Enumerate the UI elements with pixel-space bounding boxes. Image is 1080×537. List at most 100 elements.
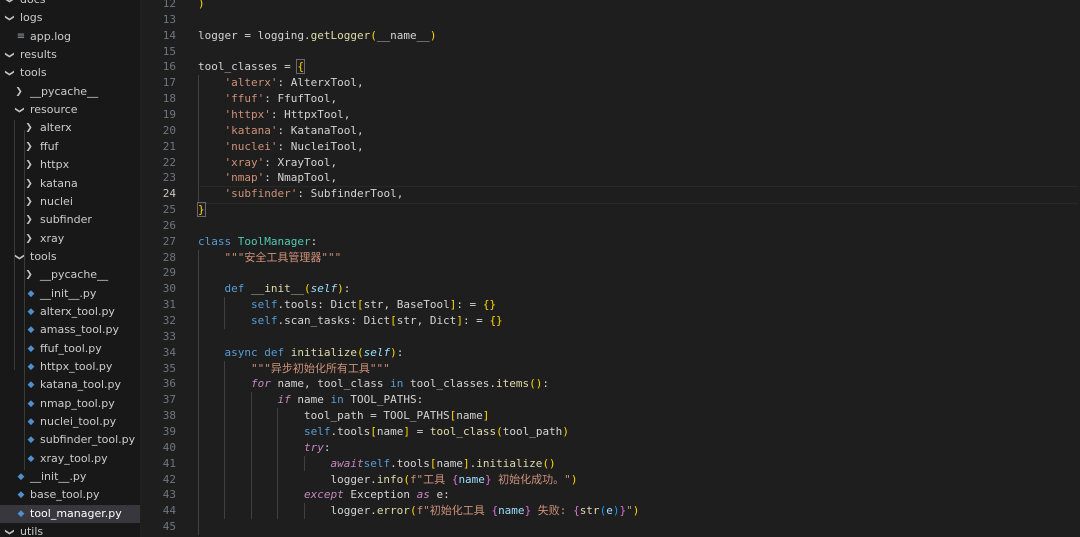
chevron-down-icon[interactable]: ❯ [0, 50, 18, 60]
code-editor[interactable]: 12) 13 14 logger = logging.getLogger(__name… [140, 0, 1080, 537]
tree-item-katana-tool-py[interactable]: katana_tool.py [0, 376, 140, 394]
code-line[interactable]: 43 except Exception as e: [140, 487, 1080, 503]
code-token: 'xray' [224, 155, 265, 169]
code-line[interactable]: 21 'nuclei': NucleiTool, [140, 139, 1080, 155]
code-token: class [198, 234, 238, 248]
tree-item-pycache[interactable]: ❯ __pycache__ [0, 83, 140, 101]
code-line[interactable]: 42 logger.info(f"工具 {name} 初始化成功。") [140, 472, 1080, 488]
tree-item-alterx[interactable]: ❯ alterx [0, 119, 140, 137]
tree-item-logs[interactable]: ❯ logs [0, 9, 140, 27]
tree-item-utils[interactable]: ❯ utils [0, 523, 140, 537]
python-file-icon [16, 490, 26, 500]
code-line[interactable]: 13 [140, 12, 1080, 28]
code-line[interactable]: 26 [140, 218, 1080, 234]
code-line[interactable]: 44 logger.error(f"初始化工具 {name} 失败: {str(… [140, 503, 1080, 519]
tree-item-results[interactable]: ❯ results [0, 46, 140, 64]
code-line[interactable]: 18 'ffuf': FfufTool, [140, 91, 1080, 107]
code-text: logger = logging.getLogger(__name__) [198, 28, 436, 44]
code-line[interactable]: 31 self.tools: Dict[str, BaseTool]: = {} [140, 297, 1080, 313]
tree-item-alterx-tool-py[interactable]: alterx_tool.py [0, 303, 140, 321]
tree-item-init-py[interactable]: __init__.py [0, 468, 140, 486]
code-line[interactable]: 14 logger = logging.getLogger(__name__) [140, 28, 1080, 44]
tree-item-label: httpx_tool.py [40, 360, 113, 373]
code-line[interactable]: 17 'alterx': AlterxTool, [140, 75, 1080, 91]
tree-item-xray-tool-py[interactable]: xray_tool.py [0, 450, 140, 468]
tree-item-tools[interactable]: ❯ tools [0, 64, 140, 82]
chevron-down-icon[interactable]: ❯ [10, 105, 28, 115]
code-line[interactable]: 33 [140, 329, 1080, 345]
line-number: 16 [162, 60, 176, 74]
code-token: { [296, 59, 305, 75]
tree-item-nuclei[interactable]: ❯ nuclei [0, 193, 140, 211]
chevron-right-icon[interactable]: ❯ [24, 230, 34, 248]
tree-item-subfinder[interactable]: ❯ subfinder [0, 211, 140, 229]
chevron-right-icon[interactable]: ❯ [24, 266, 34, 284]
chevron-right-icon[interactable]: ❯ [24, 211, 34, 229]
code-line[interactable]: 36 for name, tool_class in tool_classes.… [140, 376, 1080, 392]
code-line[interactable]: 25} [140, 202, 1080, 218]
code-line[interactable]: 15 [140, 44, 1080, 60]
chevron-right-icon[interactable]: ❯ [24, 138, 34, 156]
code-line[interactable]: 12) [140, 0, 1080, 12]
code-line[interactable]: 45 [140, 519, 1080, 535]
code-line[interactable]: 20 'katana': KatanaTool, [140, 123, 1080, 139]
code-line[interactable]: 38 tool_path = TOOL_PATHS[name] [140, 408, 1080, 424]
tree-item-docs[interactable]: ❯docs [0, 0, 140, 9]
line-number: 17 [162, 76, 176, 90]
line-number: 34 [162, 345, 176, 359]
chevron-right-icon[interactable]: ❯ [14, 83, 24, 101]
tree-item-nuclei-tool-py[interactable]: nuclei_tool.py [0, 413, 140, 431]
code-line[interactable]: 16 tool_classes = { [140, 59, 1080, 75]
code-line[interactable]: 28 """安全工具管理器""" [140, 250, 1080, 266]
chevron-down-icon[interactable]: ❯ [0, 0, 18, 5]
code-line[interactable]: 29 [140, 265, 1080, 281]
chevron-right-icon[interactable]: ❯ [24, 119, 34, 137]
tree-item-base-tool-py[interactable]: base_tool.py [0, 486, 140, 504]
tree-item-subfinder-tool-py[interactable]: subfinder_tool.py [0, 431, 140, 449]
code-line[interactable]: 22 'xray': XrayTool, [140, 155, 1080, 171]
chevron-down-icon[interactable]: ❯ [0, 13, 18, 23]
code-token: name [498, 504, 525, 518]
chevron-right-icon[interactable]: ❯ [24, 175, 34, 193]
tree-item-tool-manager-py[interactable]: tool_manager.py [0, 504, 140, 523]
code-token: ] [456, 314, 463, 327]
tree-item-app-log[interactable]: app.log [0, 28, 140, 46]
code-line[interactable]: 39 self.tools[name] = tool_class(tool_pa… [140, 424, 1080, 440]
tree-item-xray[interactable]: ❯ xray [0, 230, 140, 248]
code-line[interactable]: 41 awaitself.tools[name].initialize() [140, 456, 1080, 472]
tree-item-httpx-tool-py[interactable]: httpx_tool.py [0, 358, 140, 376]
tree-item-katana[interactable]: ❯ katana [0, 175, 140, 193]
tree-item-label: nuclei_tool.py [40, 415, 117, 429]
indent-guide [198, 75, 199, 203]
code-token: self [310, 282, 338, 296]
chevron-down-icon[interactable]: ❯ [10, 252, 28, 262]
code-line[interactable]: 40 try: [140, 440, 1080, 456]
tree-item-label: utils [20, 525, 44, 537]
code-line[interactable]: 37 if name in TOOL_PATHS: [140, 392, 1080, 408]
line-number: 36 [162, 377, 176, 391]
line-number: 25 [162, 203, 176, 217]
code-line[interactable]: 19 'httpx': HttpxTool, [140, 107, 1080, 123]
tree-item-init-py[interactable]: __init__.py [0, 285, 140, 303]
tree-item-resource[interactable]: ❯ resource [0, 101, 140, 119]
chevron-down-icon[interactable]: ❯ [0, 68, 18, 78]
tree-item-nmap-tool-py[interactable]: nmap_tool.py [0, 395, 140, 413]
code-line[interactable]: 24 'subfinder': SubfinderTool, [140, 186, 1080, 202]
chevron-down-icon[interactable]: ❯ [0, 527, 18, 537]
code-token: : = [462, 314, 490, 327]
code-line[interactable]: 27 class ToolManager: [140, 234, 1080, 250]
code-line[interactable]: 35 """异步初始化所有工具""" [140, 361, 1080, 377]
tree-item-ffuf-tool-py[interactable]: ffuf_tool.py [0, 340, 140, 358]
tree-item-pycache[interactable]: ❯ __pycache__ [0, 266, 140, 284]
python-file-icon [16, 509, 26, 519]
tree-item-amass-tool-py[interactable]: amass_tool.py [0, 321, 140, 339]
code-line[interactable]: 23 'nmap': NmapTool, [140, 170, 1080, 186]
code-line[interactable]: 30 def __init__(self): [140, 281, 1080, 297]
tree-item-tools[interactable]: ❯ tools [0, 248, 140, 266]
code-line[interactable]: 34 async def initialize(self): [140, 345, 1080, 361]
tree-item-httpx[interactable]: ❯ httpx [0, 156, 140, 174]
chevron-right-icon[interactable]: ❯ [24, 156, 34, 174]
tree-item-ffuf[interactable]: ❯ ffuf [0, 138, 140, 156]
code-line[interactable]: 32 self.scan_tasks: Dict[str, Dict]: = {… [140, 313, 1080, 329]
chevron-right-icon[interactable]: ❯ [24, 193, 34, 211]
